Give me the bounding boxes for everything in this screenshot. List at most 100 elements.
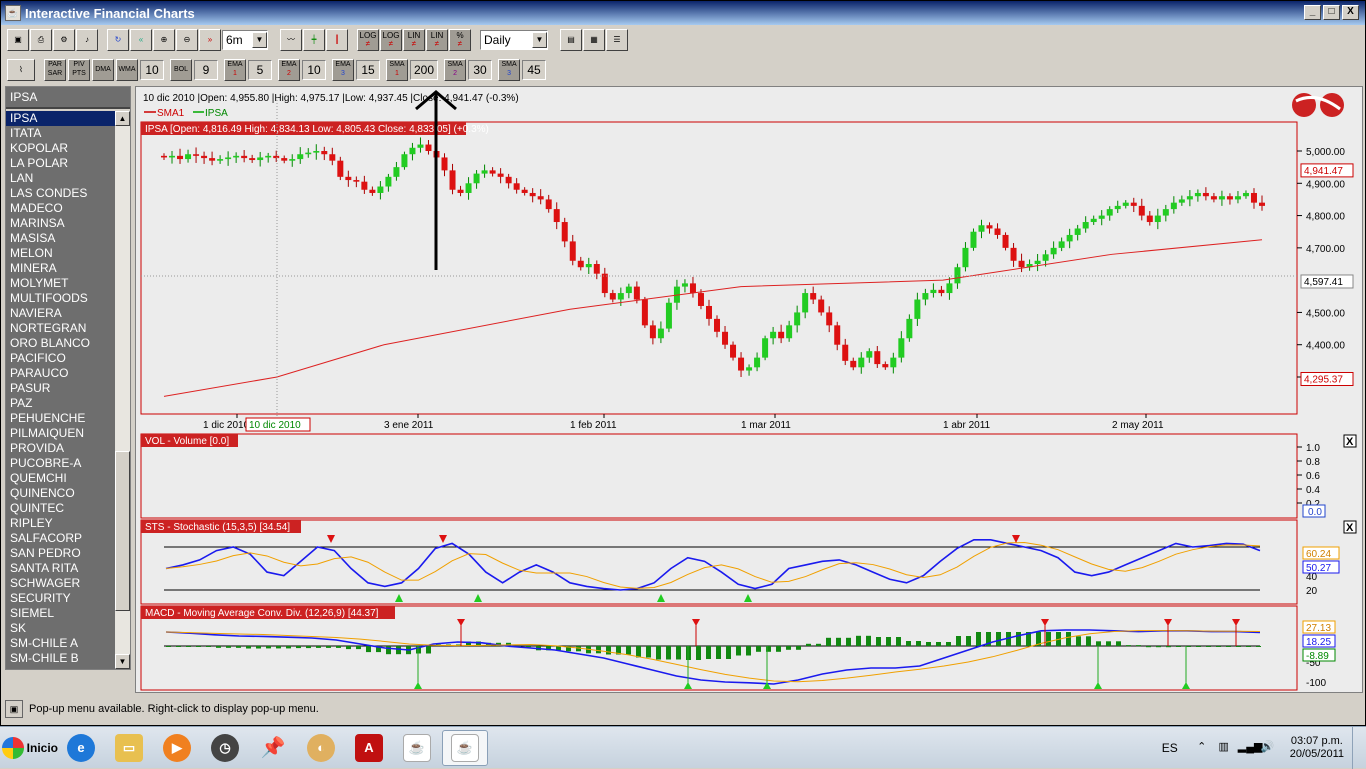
chart-options-icon[interactable]: ▤ bbox=[560, 29, 582, 51]
symbol-item[interactable]: PAZ bbox=[6, 396, 115, 411]
ie-icon[interactable]: e bbox=[58, 730, 104, 766]
symbol-item[interactable]: MADECO bbox=[6, 201, 115, 216]
piv-pts-button[interactable]: PIV PTS bbox=[68, 59, 90, 81]
wma-button[interactable]: WMA bbox=[116, 59, 138, 81]
line-chart-icon[interactable]: 〰 bbox=[280, 29, 302, 51]
zoom-out-icon[interactable]: ⊖ bbox=[176, 29, 198, 51]
symbol-item[interactable]: ORO BLANCO bbox=[6, 336, 115, 351]
ema2-button[interactable]: EMA 2 bbox=[278, 59, 300, 81]
show-desktop-button[interactable] bbox=[1352, 727, 1366, 769]
symbol-item[interactable]: PROVIDA bbox=[6, 441, 115, 456]
symbol-item[interactable]: MASISA bbox=[6, 231, 115, 246]
symbol-item[interactable]: PACIFICO bbox=[6, 351, 115, 366]
symbol-item[interactable]: SK bbox=[6, 621, 115, 636]
symbol-item[interactable]: PARAUCO bbox=[6, 366, 115, 381]
pin-icon[interactable]: 📌 bbox=[250, 730, 296, 766]
dma-button[interactable]: DMA bbox=[92, 59, 114, 81]
wma-period[interactable]: 10 bbox=[140, 60, 164, 80]
symbol-item[interactable]: KOPOLAR bbox=[6, 141, 115, 156]
data-table-icon[interactable]: ☰ bbox=[606, 29, 628, 51]
sma2-period[interactable]: 30 bbox=[468, 60, 493, 80]
symbol-item[interactable]: PUCOBRE-A bbox=[6, 456, 115, 471]
save-icon[interactable]: ▣ bbox=[7, 29, 29, 51]
indicator-chart-icon[interactable]: ⌇ bbox=[7, 59, 35, 81]
scrollbar[interactable]: ▲ ▼ bbox=[115, 111, 130, 669]
symbol-item[interactable]: PEHUENCHE bbox=[6, 411, 115, 426]
symbol-item[interactable]: PASUR bbox=[6, 381, 115, 396]
chevron-up-icon[interactable]: ⌃ bbox=[1194, 740, 1210, 756]
symbol-item[interactable]: MINERA bbox=[6, 261, 115, 276]
clock[interactable]: 03:07 p.m. 20/05/2011 bbox=[1290, 735, 1344, 761]
language-indicator[interactable]: ES bbox=[1162, 741, 1178, 755]
java-icon[interactable]: ☕ bbox=[394, 730, 440, 766]
forward-icon[interactable]: » bbox=[199, 29, 221, 51]
symbol-item[interactable]: MULTIFOODS bbox=[6, 291, 115, 306]
par-sar-button[interactable]: PAR SAR bbox=[44, 59, 66, 81]
symbol-item[interactable]: LA POLAR bbox=[6, 156, 115, 171]
chart-area[interactable]: 10 dic 2010 |Open: 4,955.80 |High: 4,975… bbox=[135, 86, 1363, 693]
signal-icon[interactable]: ▂▄▆ bbox=[1238, 740, 1263, 756]
ema1-period[interactable]: 5 bbox=[248, 60, 272, 80]
symbol-item[interactable]: SECURITY bbox=[6, 591, 115, 606]
symbol-item[interactable]: SALFACORP bbox=[6, 531, 115, 546]
media-player-icon[interactable]: ▶ bbox=[154, 730, 200, 766]
symbol-item[interactable]: ITATA bbox=[6, 126, 115, 141]
scroll-up-icon[interactable]: ▲ bbox=[115, 111, 130, 126]
sma2-button[interactable]: SMA 2 bbox=[444, 59, 467, 81]
sma3-period[interactable]: 45 bbox=[522, 60, 547, 80]
close-button[interactable]: X bbox=[1342, 5, 1359, 20]
lin-scale-button[interactable]: LIN ≠ bbox=[403, 29, 425, 51]
network-icon[interactable]: ▥ bbox=[1216, 740, 1232, 756]
interval-select[interactable]: Daily ▼ bbox=[480, 30, 548, 50]
minimize-button[interactable]: _ bbox=[1304, 5, 1321, 20]
ema3-button[interactable]: EMA 3 bbox=[332, 59, 354, 81]
log-scale-button[interactable]: LOG ≠ bbox=[357, 29, 379, 51]
sma1-period[interactable]: 200 bbox=[410, 60, 439, 80]
percent-scale-button[interactable]: % ≠ bbox=[449, 29, 471, 51]
folder-icon[interactable]: ▭ bbox=[106, 730, 152, 766]
scroll-thumb[interactable] bbox=[115, 451, 130, 611]
symbol-item[interactable]: QUINENCO bbox=[6, 486, 115, 501]
symbol-item[interactable]: LAN bbox=[6, 171, 115, 186]
ema2-period[interactable]: 10 bbox=[302, 60, 326, 80]
start-button[interactable]: Inicio bbox=[2, 731, 58, 765]
print-icon[interactable]: ⎙ bbox=[30, 29, 52, 51]
java-app-active-icon[interactable]: ☕ bbox=[442, 729, 488, 766]
popup-menu-icon[interactable]: ▣ bbox=[5, 700, 23, 718]
back-icon[interactable]: « bbox=[130, 29, 152, 51]
scroll-down-icon[interactable]: ▼ bbox=[115, 654, 130, 669]
symbol-item[interactable]: NORTEGRAN bbox=[6, 321, 115, 336]
period-select[interactable]: 6m ▼ bbox=[222, 30, 268, 50]
bol-button[interactable]: BOL bbox=[170, 59, 192, 81]
symbol-item[interactable]: IPSA bbox=[6, 111, 115, 126]
close-icon[interactable]: X bbox=[1346, 436, 1354, 448]
symbol-item[interactable]: QUEMCHI bbox=[6, 471, 115, 486]
symbol-item[interactable]: MELON bbox=[6, 246, 115, 261]
symbol-item[interactable]: RIPLEY bbox=[6, 516, 115, 531]
paint-icon[interactable]: ◐ bbox=[298, 730, 344, 766]
color-palette-icon[interactable]: ▦ bbox=[583, 29, 605, 51]
symbol-item[interactable]: SCHWAGER bbox=[6, 576, 115, 591]
sound-icon[interactable]: ♪ bbox=[76, 29, 98, 51]
symbol-item[interactable]: SANTA RITA bbox=[6, 561, 115, 576]
sma3-button[interactable]: SMA 3 bbox=[498, 59, 521, 81]
settings-icon[interactable]: ⚙ bbox=[53, 29, 75, 51]
symbol-item[interactable]: QUINTEC bbox=[6, 501, 115, 516]
maximize-button[interactable]: □ bbox=[1323, 5, 1340, 20]
symbol-item[interactable]: LAS CONDES bbox=[6, 186, 115, 201]
ema1-button[interactable]: EMA 1 bbox=[224, 59, 246, 81]
chart-canvas[interactable]: 10 dic 2010 |Open: 4,955.80 |High: 4,975… bbox=[136, 87, 1362, 692]
sma1-button[interactable]: SMA 1 bbox=[386, 59, 408, 81]
symbol-item[interactable]: SM-CHILE A bbox=[6, 636, 115, 651]
candle-chart-icon[interactable]: ┃ bbox=[326, 29, 348, 51]
symbol-item[interactable]: NAVIERA bbox=[6, 306, 115, 321]
symbol-item[interactable]: SM-CHILE B bbox=[6, 651, 115, 666]
symbol-item[interactable]: SIEMEL bbox=[6, 606, 115, 621]
close-icon[interactable]: X bbox=[1346, 522, 1354, 534]
bar-chart-icon[interactable]: ┿ bbox=[303, 29, 325, 51]
acrobat-icon[interactable]: A bbox=[346, 730, 392, 766]
symbol-item[interactable]: SAN PEDRO bbox=[6, 546, 115, 561]
clock-icon[interactable]: ◷ bbox=[202, 730, 248, 766]
symbol-item[interactable]: MARINSA bbox=[6, 216, 115, 231]
log-scale-button-2[interactable]: LOG ≠ bbox=[380, 29, 402, 51]
